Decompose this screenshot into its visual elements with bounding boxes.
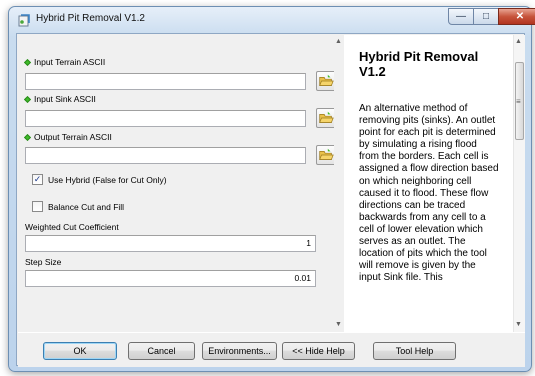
maximize-button[interactable]: □: [473, 8, 499, 25]
hide-help-button[interactable]: << Hide Help: [282, 342, 355, 360]
help-scroll-up-arrow-icon[interactable]: ▲: [515, 38, 522, 45]
required-indicator-icon: [23, 133, 32, 142]
window-title: Hybrid Pit Removal V1.2: [36, 13, 145, 24]
balance-cut-fill-checkbox[interactable]: [32, 201, 43, 212]
output-terrain-field[interactable]: [25, 147, 306, 164]
browse-output-terrain-button[interactable]: [316, 145, 336, 165]
help-scrollbar[interactable]: ▲ ≡ ▼: [513, 35, 525, 332]
scroll-up-arrow-icon[interactable]: ▲: [335, 38, 342, 45]
parameters-scrollbar[interactable]: ▲ ▼: [334, 35, 344, 332]
required-indicator-icon: [23, 58, 32, 67]
environments-button[interactable]: Environments...: [202, 342, 277, 360]
help-description: An alternative method of removing pits (…: [359, 103, 499, 284]
tool-help-button[interactable]: Tool Help: [373, 342, 456, 360]
title-bar[interactable]: Hybrid Pit Removal V1.2 — □ ✕: [9, 7, 535, 32]
use-hybrid-label: Use Hybrid (False for Cut Only): [48, 175, 167, 185]
folder-icon: [319, 111, 334, 123]
close-button[interactable]: ✕: [498, 8, 535, 25]
input-terrain-label: Input Terrain ASCII: [34, 57, 106, 67]
balance-cut-fill-label: Balance Cut and Fill: [48, 202, 125, 212]
use-hybrid-checkbox[interactable]: ✓: [32, 174, 43, 185]
folder-icon: [319, 74, 334, 86]
minimize-button[interactable]: —: [448, 8, 474, 25]
input-terrain-field[interactable]: [25, 73, 306, 90]
output-terrain-label: Output Terrain ASCII: [34, 132, 112, 142]
cancel-button[interactable]: Cancel: [128, 342, 195, 360]
ok-button[interactable]: OK: [43, 342, 117, 360]
tool-dialog-window: Hybrid Pit Removal V1.2 — □ ✕ Input Terr…: [8, 6, 535, 372]
step-size-input[interactable]: 0.01: [25, 270, 316, 287]
help-scroll-down-arrow-icon[interactable]: ▼: [515, 321, 522, 328]
weighted-cut-input[interactable]: 1: [25, 235, 316, 252]
input-sink-field[interactable]: [25, 110, 306, 127]
browse-input-terrain-button[interactable]: [316, 71, 336, 91]
tool-icon: [18, 14, 30, 27]
step-size-label: Step Size: [25, 257, 62, 267]
weighted-cut-label: Weighted Cut Coefficient: [25, 222, 119, 232]
browse-input-sink-button[interactable]: [316, 108, 336, 128]
help-title: Hybrid Pit Removal V1.2: [359, 49, 479, 79]
button-bar: OK Cancel Environments... << Hide Help T…: [18, 332, 525, 367]
input-sink-label: Input Sink ASCII: [34, 94, 96, 104]
required-indicator-icon: [23, 95, 32, 104]
parameters-pane: Input Terrain ASCII Input Sink ASCII Out…: [18, 35, 344, 332]
scroll-down-arrow-icon[interactable]: ▼: [335, 321, 342, 328]
dialog-client-area: Input Terrain ASCII Input Sink ASCII Out…: [16, 33, 525, 367]
folder-icon: [319, 148, 334, 160]
help-panel: Hybrid Pit Removal V1.2 An alternative m…: [344, 35, 525, 332]
grip-icon: ≡: [516, 97, 521, 106]
